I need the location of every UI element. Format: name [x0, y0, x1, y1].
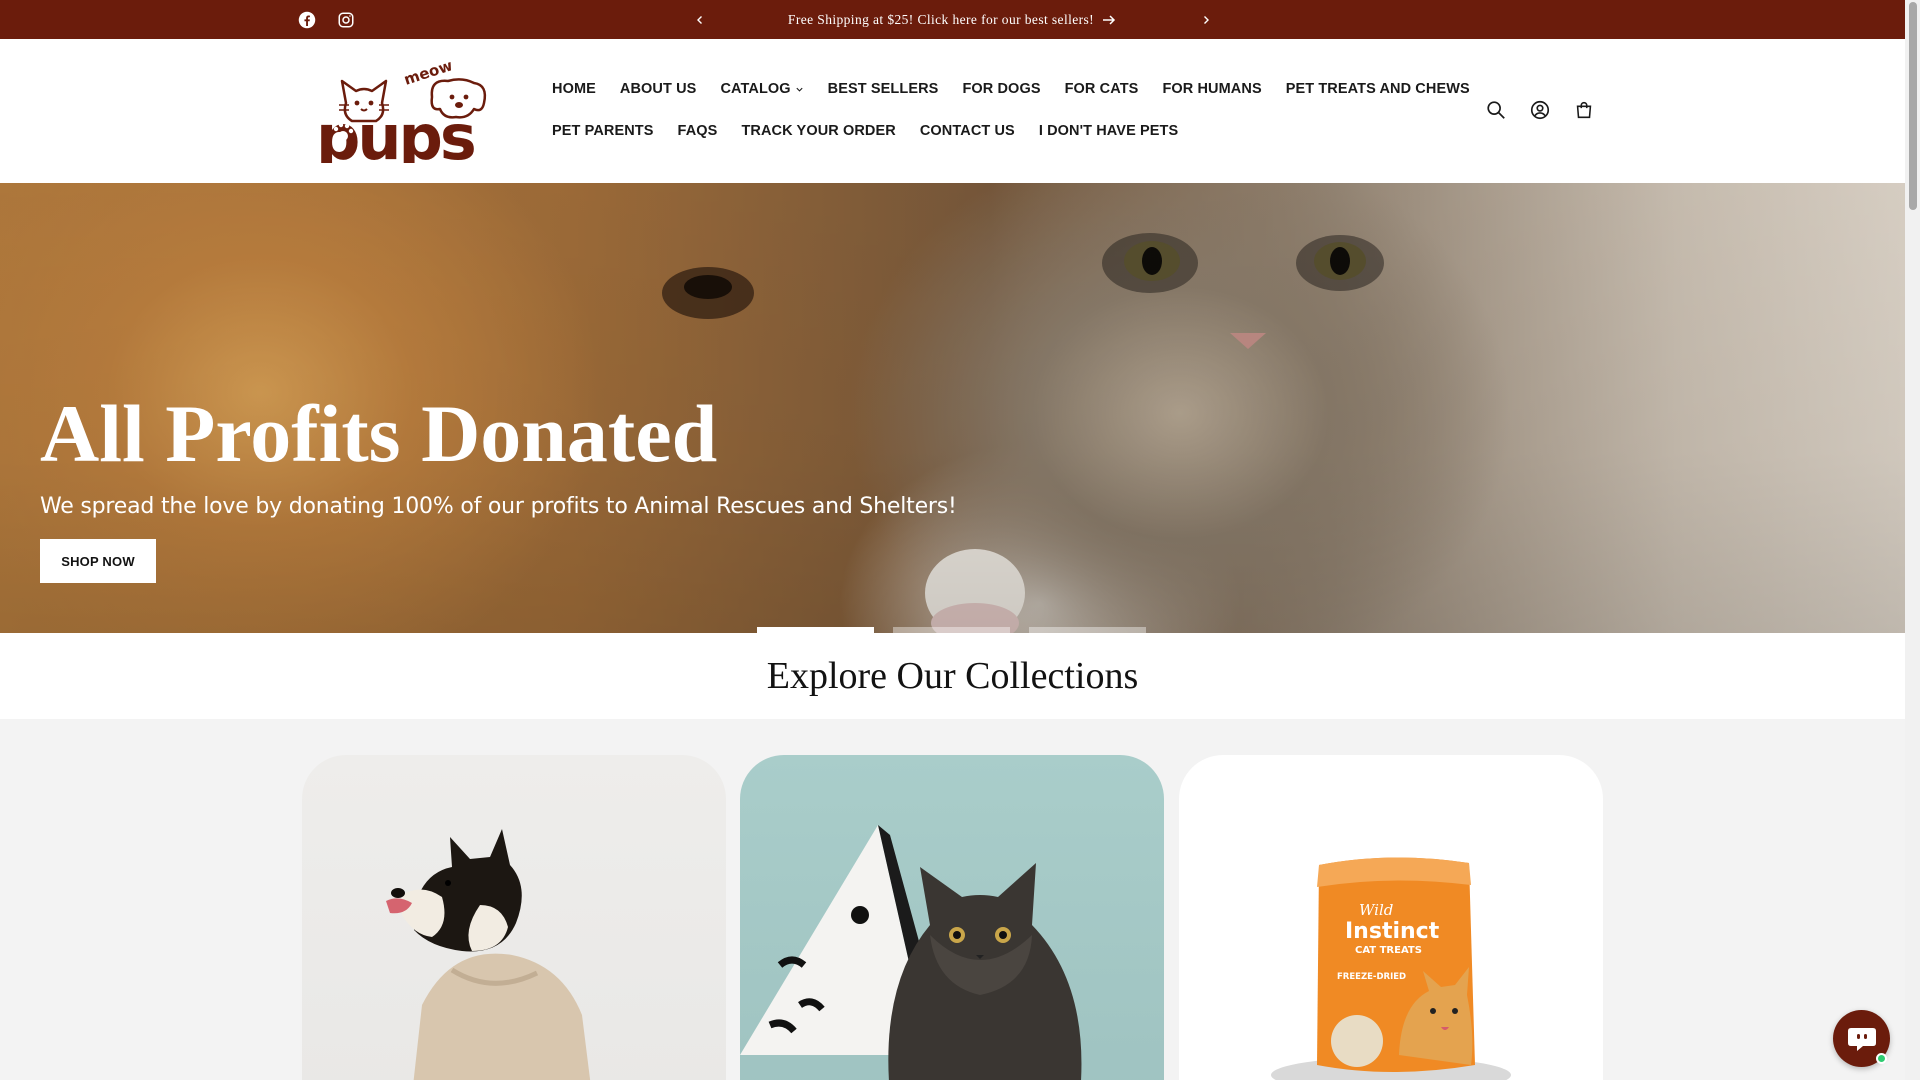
collections-heading: Explore Our Collections [766, 655, 1139, 697]
announcement-prev-button[interactable] [688, 0, 712, 39]
nav-item-home[interactable]: HOME [540, 81, 608, 97]
chat-widget-button[interactable] [1833, 1010, 1890, 1067]
collections-grid: Wild Instinct CAT TREATS FREEZE-DRIED [0, 719, 1905, 1080]
shop-now-button[interactable]: SHOP NOW [40, 539, 156, 583]
nav-row-secondary: PET PARENTS FAQS TRACK YOUR ORDER CONTAC… [540, 110, 1420, 152]
arrow-right-icon [1103, 14, 1116, 25]
cart-icon[interactable] [1568, 94, 1600, 126]
nav-item-faqs[interactable]: FAQS [666, 123, 730, 139]
account-icon[interactable] [1524, 94, 1556, 126]
chat-bubble-icon [1847, 1027, 1876, 1051]
hero-banner: All Profits Donated We spread the love b… [0, 183, 1905, 633]
announcement-next-button[interactable] [1194, 0, 1218, 39]
logo-wordmark: pups [316, 101, 474, 163]
treats-name-text: Instinct [1345, 919, 1440, 944]
site-header: meow pups HOME ABOUT US CATALOG BEST SEL… [0, 39, 1905, 183]
nav-item-contact-us[interactable]: CONTACT US [908, 123, 1027, 139]
collection-card-cats[interactable] [740, 755, 1164, 1080]
nav-item-for-dogs[interactable]: FOR DOGS [950, 81, 1052, 97]
facebook-icon[interactable] [298, 0, 316, 39]
treats-line-text: CAT TREATS [1355, 945, 1422, 956]
nav-item-best-sellers[interactable]: BEST SELLERS [816, 81, 951, 97]
cat-treats-bag-image: Wild Instinct CAT TREATS FREEZE-DRIED [1271, 857, 1511, 1080]
nav-row-primary: HOME ABOUT US CATALOG BEST SELLERS FOR D… [540, 68, 1470, 110]
hero-subtitle: We spread the love by donating 100% of o… [40, 494, 957, 519]
cat-with-scratcher-image [740, 825, 1082, 1080]
search-icon[interactable] [1480, 94, 1512, 126]
nav-item-catalog[interactable]: CATALOG [708, 81, 815, 97]
treats-brand-text: Wild [1359, 901, 1393, 919]
nav-item-for-cats[interactable]: FOR CATS [1053, 81, 1151, 97]
nav-item-for-humans[interactable]: FOR HUMANS [1150, 81, 1273, 97]
announcement-text: Free Shipping at $25! Click here for our… [787, 11, 1095, 27]
nav-item-no-pets[interactable]: I DON'T HAVE PETS [1027, 123, 1190, 139]
online-status-dot [1876, 1053, 1887, 1064]
collections-heading-section: Explore Our Collections [0, 633, 1905, 719]
nav-item-pet-parents[interactable]: PET PARENTS [540, 123, 666, 139]
scrollbar-thumb[interactable] [1909, 2, 1917, 210]
announcement-link[interactable]: Free Shipping at $25! Click here for our… [730, 0, 1174, 39]
dog-in-hoodie-image [386, 829, 591, 1080]
hero-title: All Profits Donated [40, 388, 718, 479]
page-scrollbar[interactable] [1905, 0, 1920, 1080]
treats-variant-text: FREEZE-DRIED [1337, 972, 1406, 982]
collection-card-treats[interactable]: Wild Instinct CAT TREATS FREEZE-DRIED [1179, 755, 1603, 1080]
chevron-down-icon [796, 87, 803, 92]
instagram-icon[interactable] [337, 0, 355, 39]
nav-item-pet-treats[interactable]: PET TREATS AND CHEWS [1274, 81, 1482, 97]
header-icons [1480, 94, 1600, 126]
collection-card-dogs[interactable] [302, 755, 726, 1080]
nav-item-catalog-label: CATALOG [720, 81, 791, 97]
nav-item-about-us[interactable]: ABOUT US [608, 81, 709, 97]
chevron-right-icon [1204, 15, 1209, 24]
chevron-left-icon [697, 15, 702, 24]
nav-item-track-order[interactable]: TRACK YOUR ORDER [729, 123, 907, 139]
announcement-bar: Free Shipping at $25! Click here for our… [0, 0, 1905, 39]
brand-logo[interactable]: meow pups [312, 56, 498, 174]
main-navigation: HOME ABOUT US CATALOG BEST SELLERS FOR D… [540, 68, 1470, 152]
